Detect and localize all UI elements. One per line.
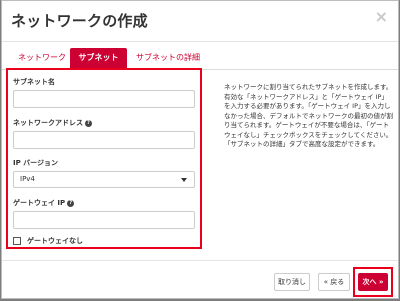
subnet-name-label: サブネット名 <box>13 78 55 86</box>
help-icon[interactable]: ? <box>67 199 75 207</box>
subnet-form: サブネット名 ネットワークアドレス? IP バージョン IPv4 ゲートウェイ … <box>6 68 202 249</box>
cancel-button[interactable]: 取り消し <box>274 273 310 291</box>
dialog-title: ネットワークの作成 <box>11 12 148 30</box>
no-gateway-row: ゲートウェイなし <box>13 236 83 246</box>
subnet-name-input[interactable] <box>13 90 195 108</box>
no-gateway-label: ゲートウェイなし <box>27 237 83 245</box>
dialog-header: ネットワークの作成 × <box>2 1 398 42</box>
back-button[interactable]: « 戻る <box>318 273 350 291</box>
network-address-label: ネットワークアドレス? <box>13 118 92 128</box>
help-icon[interactable]: ? <box>85 119 92 127</box>
tab-bar: ネットワーク サブネット サブネットの詳細 <box>2 48 398 70</box>
network-address-input[interactable] <box>13 131 195 149</box>
tab-network[interactable]: ネットワーク <box>12 48 72 69</box>
gateway-ip-label: ゲートウェイ IP? <box>13 198 75 208</box>
gateway-ip-input[interactable] <box>13 211 195 229</box>
ip-version-label: IP バージョン <box>13 159 59 167</box>
next-button[interactable]: 次へ » <box>358 273 388 291</box>
dialog-footer: 取り消し « 戻る 次へ » <box>2 260 398 301</box>
ip-version-selected: IPv4 <box>20 175 35 183</box>
caret-down-icon <box>181 178 187 182</box>
gateway-ip-label-text: ゲートウェイ IP <box>13 199 66 207</box>
create-network-dialog: ネットワークの作成 × ネットワーク サブネット サブネットの詳細 サブネット名… <box>1 0 399 299</box>
tab-subnet-detail[interactable]: サブネットの詳細 <box>130 48 206 69</box>
ip-version-select[interactable]: IPv4 <box>13 171 195 188</box>
no-gateway-checkbox[interactable] <box>13 237 21 245</box>
help-description: ネットワークに割り当てられたサブネットを作成します。有効な「ネットワークアドレス… <box>224 83 393 148</box>
tab-subnet[interactable]: サブネット <box>70 48 127 69</box>
next-button-highlight: 次へ » <box>353 267 393 297</box>
close-icon[interactable]: × <box>375 9 388 25</box>
network-address-label-text: ネットワークアドレス <box>13 119 83 127</box>
